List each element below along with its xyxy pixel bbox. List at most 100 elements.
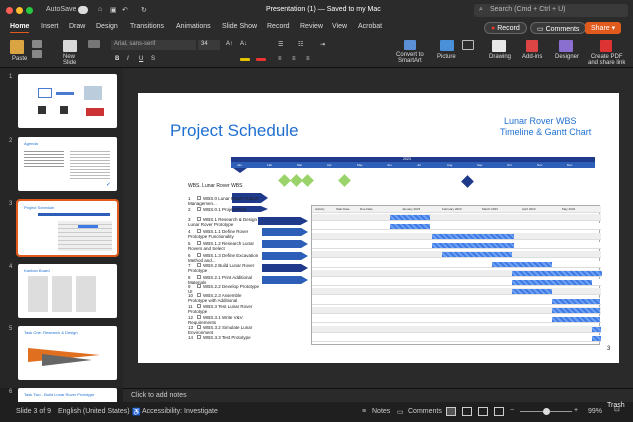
gantt-row[interactable] xyxy=(312,297,601,305)
numbering-icon[interactable]: ☷ xyxy=(298,41,303,48)
picture-icon[interactable] xyxy=(440,40,454,51)
wbs-row[interactable]: 10 WBS.2.3 Assemble Prototype with Additi… xyxy=(188,293,260,303)
wbs-root-label[interactable]: WBS. Lunar Rover WBS xyxy=(188,183,248,189)
record-button[interactable]: ● Record xyxy=(484,22,527,34)
zoom-out-icon[interactable]: − xyxy=(510,407,514,414)
expand-icon[interactable] xyxy=(197,217,201,221)
wbs-row[interactable]: 4 WBS.1.1 Define Rover Prototype Function… xyxy=(188,229,260,239)
gantt-row[interactable] xyxy=(312,269,602,277)
gantt-row[interactable] xyxy=(312,288,601,296)
slide-sorter-icon[interactable] xyxy=(462,407,472,416)
italic-icon[interactable]: I xyxy=(127,56,129,62)
gantt-row[interactable] xyxy=(312,232,601,240)
gantt-bar[interactable] xyxy=(492,261,552,267)
underline-icon[interactable]: U xyxy=(139,56,143,62)
home-icon[interactable]: ⌂ xyxy=(98,6,102,13)
wbs-row[interactable]: 14 WBS.3.3 Test Prototype xyxy=(188,335,260,340)
search-input[interactable]: Search (Cmd + Ctrl + U) xyxy=(474,4,628,17)
indent-icon[interactable]: ⇥ xyxy=(320,41,325,48)
designer-icon[interactable] xyxy=(559,40,573,52)
tab-acrobat[interactable]: Acrobat xyxy=(358,23,382,30)
create-pdf-icon[interactable] xyxy=(600,40,612,52)
notes-pane[interactable]: Click to add notes xyxy=(123,388,633,402)
slide-subtitle[interactable]: Lunar Rover WBS Timeline & Gantt Chart xyxy=(500,116,591,138)
notes-button[interactable]: Notes xyxy=(372,408,390,415)
gantt-bar[interactable] xyxy=(432,233,514,239)
tab-draw[interactable]: Draw xyxy=(69,23,85,30)
slideshow-icon[interactable] xyxy=(494,407,504,416)
wbs-row[interactable]: 7 WBS.2 Build Lunar Rover Prototype xyxy=(188,263,260,273)
tab-view[interactable]: View xyxy=(332,23,347,30)
save-icon[interactable]: ▣ xyxy=(110,6,117,14)
increase-font-icon[interactable]: A↑ xyxy=(226,41,233,47)
expand-icon[interactable] xyxy=(197,335,201,339)
tab-animations[interactable]: Animations xyxy=(176,23,211,30)
gantt-row[interactable] xyxy=(312,241,601,249)
wbs-row[interactable]: 5 WBS.1.2 Research Lunar Rovers and Selec… xyxy=(188,241,260,251)
paste-icon[interactable] xyxy=(10,40,24,54)
normal-view-icon[interactable] xyxy=(446,407,456,416)
wbs-row[interactable]: 13 WBS.3.2 Simulate Lunar Environment xyxy=(188,325,260,335)
share-button[interactable]: Share ▾ xyxy=(585,22,622,34)
wbs-row[interactable]: 12 WBS.3.1 Write V&V Requirements xyxy=(188,315,260,325)
tab-review[interactable]: Review xyxy=(300,23,323,30)
gantt-chart[interactable]: Activity Start Date Due Date January 2023 Fe… xyxy=(311,205,602,345)
expand-icon[interactable] xyxy=(197,253,201,257)
font-family-select[interactable]: Arial, sans-serif xyxy=(111,40,196,50)
font-size-select[interactable]: 34 xyxy=(198,40,220,50)
gantt-bar[interactable] xyxy=(552,308,600,313)
close-window-button[interactable] xyxy=(6,7,13,14)
expand-icon[interactable] xyxy=(197,263,201,267)
expand-icon[interactable] xyxy=(197,293,201,297)
expand-icon[interactable] xyxy=(197,315,201,319)
highlight-color-icon[interactable] xyxy=(240,58,250,61)
gantt-row[interactable] xyxy=(312,214,601,221)
gantt-bar[interactable] xyxy=(592,335,601,341)
expand-icon[interactable] xyxy=(197,241,201,245)
gantt-bar[interactable] xyxy=(390,224,430,230)
tab-home[interactable]: Home xyxy=(10,23,30,33)
smartart-icon[interactable] xyxy=(404,40,416,50)
gantt-row[interactable] xyxy=(312,223,601,231)
new-slide-icon[interactable] xyxy=(63,40,77,52)
wbs-row[interactable]: 6 WBS.1.3 Define Excavation Method and... xyxy=(188,253,260,263)
align-right-icon[interactable]: ≡ xyxy=(306,56,310,62)
slide-thumbnail-3[interactable]: Project Schedule xyxy=(16,199,119,257)
slide-thumbnail-4[interactable]: Kanban Board xyxy=(18,264,117,318)
slide-thumbnail-1[interactable] xyxy=(18,74,117,128)
gantt-row[interactable] xyxy=(312,260,601,268)
gantt-row[interactable] xyxy=(312,316,601,324)
gantt-bar[interactable] xyxy=(512,280,592,286)
tab-record[interactable]: Record xyxy=(267,23,290,30)
tab-insert[interactable]: Insert xyxy=(41,23,59,30)
gantt-bar[interactable] xyxy=(432,242,514,248)
autosave-toggle[interactable] xyxy=(78,6,88,14)
bullets-icon[interactable]: ☰ xyxy=(278,41,283,48)
shapes-icon[interactable] xyxy=(462,40,474,50)
tab-design[interactable]: Design xyxy=(96,23,118,30)
zoom-in-icon[interactable]: + xyxy=(574,407,578,414)
font-color-icon[interactable] xyxy=(256,58,266,61)
zoom-slider-thumb[interactable] xyxy=(543,408,550,415)
tab-slide-show[interactable]: Slide Show xyxy=(222,23,257,30)
gantt-bar[interactable] xyxy=(552,298,600,304)
slide-thumbnail-5[interactable]: Task One: Research & Design xyxy=(18,326,117,380)
undo-icon[interactable]: ↶ xyxy=(122,6,128,14)
bold-icon[interactable]: B xyxy=(115,56,119,62)
slide-thumbnail-2[interactable]: Agenda ✓ xyxy=(18,137,117,191)
gantt-bar[interactable] xyxy=(512,270,602,276)
expand-icon[interactable] xyxy=(197,196,201,200)
align-left-icon[interactable]: ≡ xyxy=(278,56,282,62)
wbs-row[interactable]: 2 WBS.0.1 Project Plan xyxy=(188,207,260,212)
tab-transitions[interactable]: Transitions xyxy=(130,23,164,30)
copy-icon[interactable] xyxy=(32,50,42,58)
reading-view-icon[interactable] xyxy=(478,407,488,416)
gantt-bar[interactable] xyxy=(512,289,552,295)
expand-icon[interactable] xyxy=(197,304,201,308)
expand-icon[interactable] xyxy=(197,275,201,279)
comments-button[interactable]: ▭ Comments xyxy=(530,22,587,34)
expand-icon[interactable] xyxy=(197,207,201,211)
gantt-row[interactable] xyxy=(312,325,601,333)
decrease-font-icon[interactable]: A↓ xyxy=(240,41,247,47)
gantt-bar[interactable] xyxy=(442,252,512,258)
